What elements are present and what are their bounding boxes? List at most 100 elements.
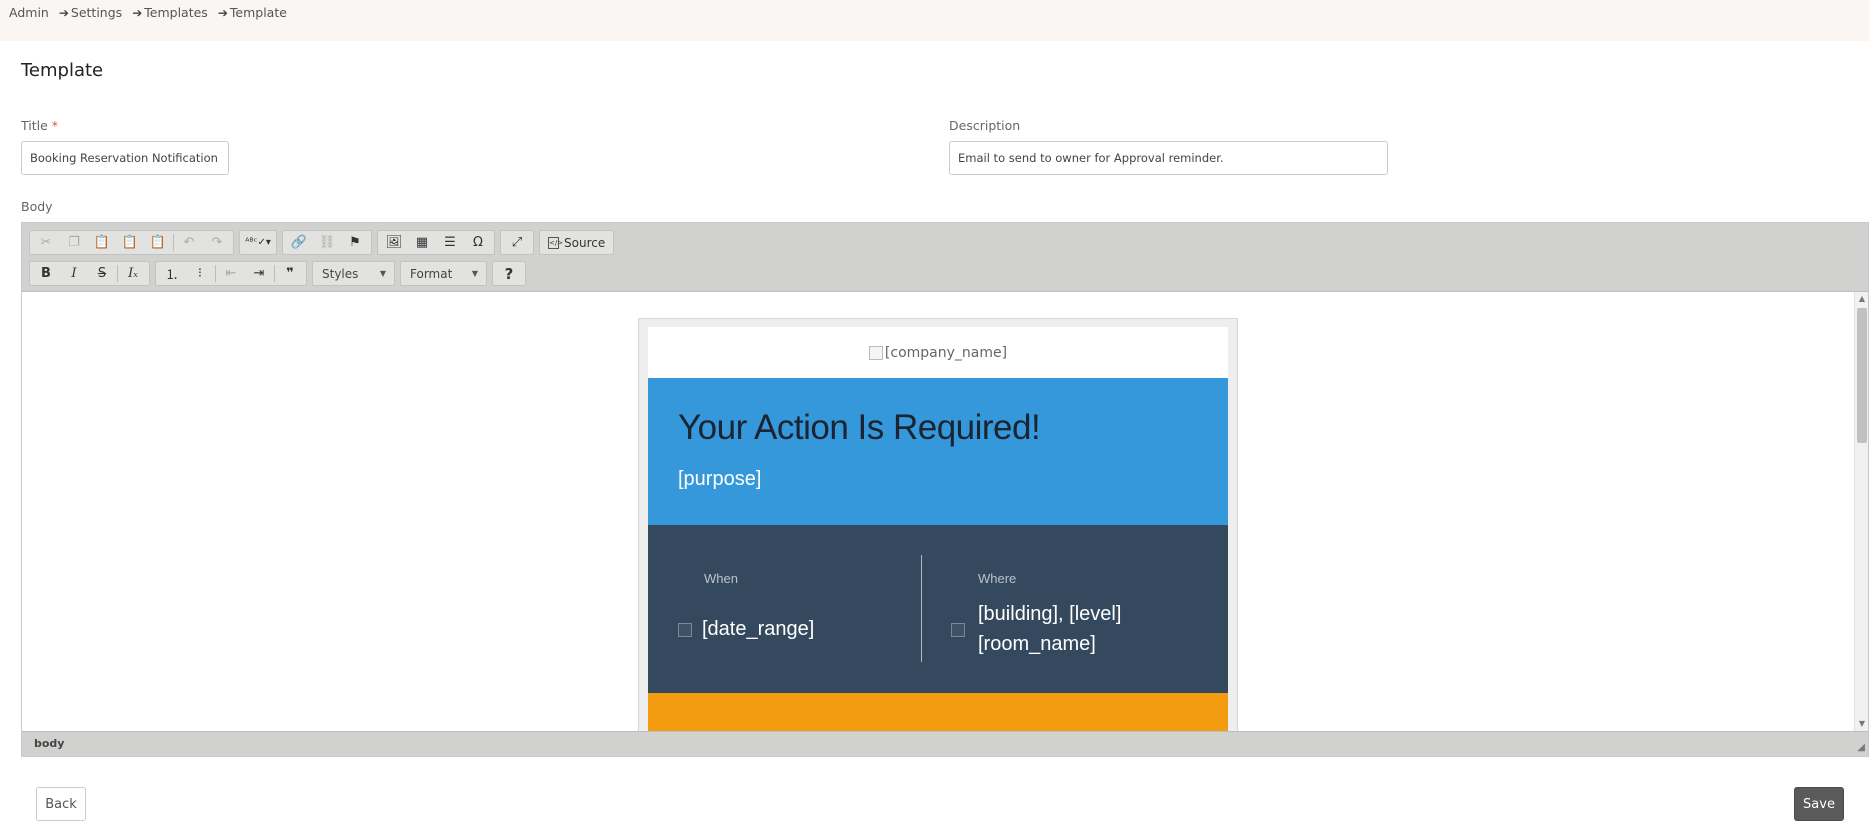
company-logo-alt: [company_name]	[884, 344, 1008, 361]
toolbar-separator	[274, 265, 275, 282]
email-header: [company_name]	[648, 327, 1228, 378]
breadcrumb-label: Template	[229, 5, 287, 20]
page-title: Template	[21, 60, 104, 81]
help-icon[interactable]: ?	[495, 262, 523, 285]
bulleted-list-icon[interactable]: ⁝	[186, 262, 214, 285]
caret-down-icon: ▼	[379, 269, 386, 278]
cut-icon[interactable]: ✂	[32, 231, 60, 254]
description-input[interactable]: Email to send to owner for Approval remi…	[949, 141, 1388, 175]
toolbar-row-1: ✂ ❐ 📋 📋 📋 ↶ ↷ ᴬᴮᶜ✓▾ 🔗 ⛓ ⚑ 🖼 ▦ ☰ Ω ⤢ </> …	[29, 230, 619, 255]
table-icon[interactable]: ▦	[408, 231, 436, 254]
styles-label: Styles	[322, 266, 359, 281]
resize-handle-icon[interactable]: ◢	[1857, 742, 1865, 753]
spellcheck-icon[interactable]: ᴬᴮᶜ✓▾	[242, 231, 274, 254]
arrow-right-icon: ➔	[58, 5, 69, 20]
unlink-icon[interactable]: ⛓	[313, 231, 341, 254]
where-value: [building], [level] [room_name]	[978, 599, 1121, 659]
breadcrumb-bar: Admin ➔ Settings ➔ Templates ➔ Template	[0, 0, 1869, 41]
image-icon[interactable]: 🖼	[380, 231, 408, 254]
column-divider	[921, 555, 922, 662]
toolbar-separator	[215, 265, 216, 282]
insert-group: 🖼 ▦ ☰ Ω	[377, 230, 495, 255]
breadcrumb-item-admin[interactable]: Admin	[9, 5, 49, 20]
paste-icon[interactable]: 📋	[88, 231, 116, 254]
toolbar-separator	[117, 265, 118, 282]
italic-icon[interactable]: I	[60, 262, 88, 285]
source-button[interactable]: </> Source	[542, 231, 611, 254]
title-label: Title *	[21, 118, 58, 133]
email-preview: [company_name] Your Action Is Required! …	[638, 318, 1238, 731]
breadcrumb-label: Admin	[9, 5, 49, 20]
email-hero: Your Action Is Required! [purpose]	[648, 378, 1228, 525]
where-value-line-2: [room_name]	[978, 633, 1096, 655]
rich-text-editor: ✂ ❐ 📋 📋 📋 ↶ ↷ ᴬᴮᶜ✓▾ 🔗 ⛓ ⚑ 🖼 ▦ ☰ Ω ⤢ </> …	[21, 222, 1869, 757]
numbered-list-icon[interactable]: ⒈	[158, 262, 186, 285]
description-label: Description	[949, 118, 1021, 133]
when-label: When	[704, 571, 738, 586]
scroll-up-icon[interactable]: ▲	[1855, 292, 1868, 306]
back-button[interactable]: Back	[36, 787, 86, 821]
broken-image-icon	[868, 345, 883, 360]
format-label: Format	[410, 266, 453, 281]
breadcrumb-label: Templates	[144, 5, 208, 20]
bold-icon[interactable]: B	[32, 262, 60, 285]
required-mark: *	[51, 118, 59, 133]
source-label: Source	[564, 235, 606, 250]
undo-icon[interactable]: ↶	[175, 231, 203, 254]
copy-icon[interactable]: ❐	[60, 231, 88, 254]
save-button[interactable]: Save	[1794, 787, 1844, 821]
redo-icon[interactable]: ↷	[203, 231, 231, 254]
where-label: Where	[978, 571, 1017, 586]
scroll-down-icon[interactable]: ▼	[1855, 717, 1868, 731]
paste-word-icon[interactable]: 📋	[144, 231, 172, 254]
editor-content-area[interactable]: [company_name] Your Action Is Required! …	[22, 292, 1868, 731]
title-label-text: Title	[21, 118, 48, 133]
about-group: ?	[492, 261, 526, 286]
source-icon: </>	[548, 236, 564, 249]
format-dropdown[interactable]: Format ▼	[400, 261, 487, 286]
paragraph-group: ⒈ ⁝ ⇤ ⇥ ❞	[155, 261, 307, 286]
arrow-right-icon: ➔	[132, 5, 143, 20]
calendar-icon	[678, 622, 692, 637]
strike-icon[interactable]: S	[88, 262, 116, 285]
email-footer-band	[648, 693, 1228, 731]
scroll-thumb[interactable]	[1857, 308, 1867, 443]
email-details: When [date_range] Where [building], [lev…	[648, 525, 1228, 693]
link-icon[interactable]: 🔗	[285, 231, 313, 254]
basic-styles-group: B I S Iₓ	[29, 261, 150, 286]
location-icon	[951, 623, 965, 637]
spellcheck-group: ᴬᴮᶜ✓▾	[239, 230, 277, 255]
email-heading: Your Action Is Required!	[678, 408, 1041, 447]
email-purpose: [purpose]	[678, 468, 762, 490]
caret-down-icon: ▼	[471, 269, 478, 278]
breadcrumb: Admin ➔ Settings ➔ Templates ➔ Template	[9, 5, 297, 20]
breadcrumb-label: Settings	[70, 5, 123, 20]
breadcrumb-item-template[interactable]: ➔ Template	[218, 5, 287, 20]
toolbar-row-2: B I S Iₓ ⒈ ⁝ ⇤ ⇥ ❞ Styles ▼ Format ▼ ?	[29, 261, 531, 286]
document-group: </> Source	[539, 230, 615, 255]
special-char-icon[interactable]: Ω	[464, 231, 492, 254]
breadcrumb-item-settings[interactable]: ➔ Settings	[59, 5, 122, 20]
title-input[interactable]: Booking Reservation Notification	[21, 141, 229, 175]
blockquote-icon[interactable]: ❞	[276, 262, 304, 285]
indent-icon[interactable]: ⇥	[245, 262, 273, 285]
breadcrumb-item-templates[interactable]: ➔ Templates	[132, 5, 208, 20]
editor-toolbar: ✂ ❐ 📋 📋 📋 ↶ ↷ ᴬᴮᶜ✓▾ 🔗 ⛓ ⚑ 🖼 ▦ ☰ Ω ⤢ </> …	[22, 223, 1868, 292]
maximize-icon[interactable]: ⤢	[503, 231, 531, 254]
horizontal-rule-icon[interactable]: ☰	[436, 231, 464, 254]
remove-format-icon[interactable]: Iₓ	[119, 262, 147, 285]
editor-statusbar: body ◢	[22, 731, 1868, 756]
link-group: 🔗 ⛓ ⚑	[282, 230, 372, 255]
styles-dropdown[interactable]: Styles ▼	[312, 261, 395, 286]
when-value: [date_range]	[678, 614, 814, 644]
when-value-text: [date_range]	[702, 618, 815, 640]
anchor-icon[interactable]: ⚑	[341, 231, 369, 254]
tools-group: ⤢	[500, 230, 534, 255]
arrow-right-icon: ➔	[217, 5, 228, 20]
clipboard-group: ✂ ❐ 📋 📋 📋 ↶ ↷	[29, 230, 234, 255]
paste-text-icon[interactable]: 📋	[116, 231, 144, 254]
editor-scrollbar[interactable]: ▲ ▼	[1854, 292, 1868, 731]
element-path[interactable]: body	[34, 737, 64, 750]
outdent-icon[interactable]: ⇤	[217, 262, 245, 285]
where-value-line-1: [building], [level]	[978, 603, 1122, 625]
